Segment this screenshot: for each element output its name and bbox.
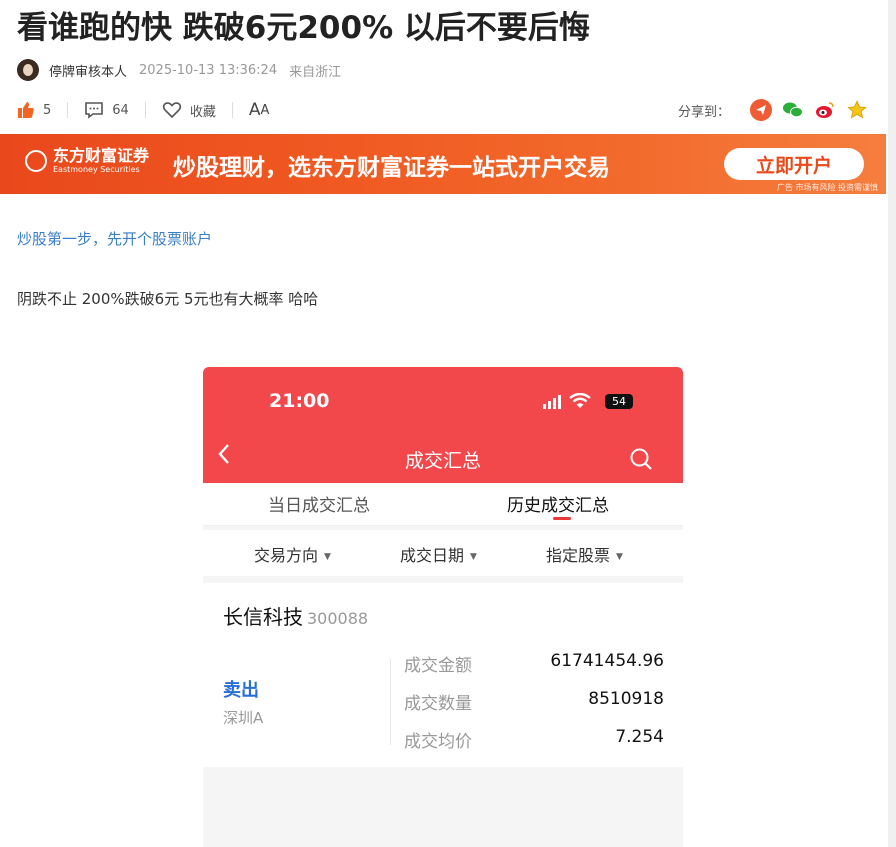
brand-name-cn: 东方财富证券 [53, 146, 150, 165]
row-value: 7.254 [615, 727, 664, 747]
stock-code: 300088 [307, 609, 369, 628]
ad-disclaimer: 广告 市场有风险 投资需谨慎 [776, 183, 878, 192]
font-big-label: A [248, 100, 261, 120]
comment-count: 64 [112, 102, 129, 118]
heart-icon [162, 102, 182, 119]
article-paragraph: 阴跌不止 200%跌破6元 5元也有大概率 哈哈 [17, 290, 319, 308]
banner-slogan: 炒股理财，选东方财富证券一站式开户交易 [173, 155, 610, 181]
thumbs-up-icon [18, 102, 34, 118]
filter-stock-label: 指定股票 [546, 546, 611, 565]
embedded-screenshot: 21:00 54 成交汇总 当日成交汇总 历史成交汇总 交易方向 ▼ 成交日期 ▼ … [203, 367, 683, 847]
telegram-share-icon[interactable] [750, 99, 772, 121]
favorite-button[interactable]: 收藏 [162, 101, 216, 120]
market-label: 深圳A [223, 709, 264, 727]
wifi-icon [569, 393, 591, 408]
stock-title: 长信科技 300088 [223, 601, 368, 630]
row-label: 成交数量 [404, 694, 472, 714]
phone-page-title: 成交汇总 [404, 450, 481, 472]
caret-down-icon: ▼ [616, 552, 623, 562]
filter-date-label: 成交日期 [400, 546, 465, 565]
phone-header: 21:00 54 成交汇总 [203, 367, 683, 483]
action-bar: 5 64 收藏 AA [17, 97, 269, 123]
article-meta: 停牌审核本人 2025-10-13 13:36:24 来自浙江 [17, 58, 341, 82]
search-icon [629, 447, 653, 475]
brand-logo: 东方财富证券 Eastmoney Securities [25, 147, 149, 175]
divider [67, 102, 69, 118]
font-small-label: A [260, 102, 270, 118]
divider [231, 102, 233, 118]
eastmoney-logo-icon [25, 150, 47, 172]
row-label: 成交金额 [404, 656, 472, 676]
comment-button[interactable]: 64 [84, 101, 129, 119]
like-button[interactable]: 5 [17, 101, 51, 119]
row-value: 61741454.96 [550, 651, 664, 671]
like-count: 5 [43, 102, 52, 118]
trade-summary-card: 长信科技 300088 卖出 深圳A 成交金额 61741454.96 成交数量 … [203, 583, 683, 767]
phone-filters: 交易方向 ▼ 成交日期 ▼ 指定股票 ▼ [203, 530, 683, 576]
publish-time: 2025-10-13 13:36:24 [139, 62, 278, 78]
row-value: 8510918 [588, 689, 664, 709]
tab-today-summary: 当日成交汇总 [268, 496, 370, 516]
phone-clock: 21:00 [269, 390, 330, 412]
caret-down-icon: ▼ [324, 552, 331, 562]
brand-name-en: Eastmoney Securities [53, 165, 140, 174]
star-share-icon[interactable] [846, 99, 868, 121]
favorite-label: 收藏 [189, 104, 216, 120]
promo-link[interactable]: 炒股第一步，先开个股票账户 [17, 228, 212, 249]
divider [390, 659, 391, 745]
filter-direction: 交易方向 ▼ [254, 542, 331, 566]
wechat-share-icon[interactable] [782, 99, 804, 121]
filter-direction-label: 交易方向 [254, 546, 319, 565]
share-bar: 分享到： [678, 97, 868, 123]
weibo-share-icon[interactable] [814, 99, 836, 121]
open-account-button[interactable]: 立即开户 [724, 148, 864, 180]
stock-name: 长信科技 [223, 605, 303, 629]
trade-direction: 卖出 [223, 680, 259, 701]
tab-history-summary: 历史成交汇总 [507, 496, 609, 516]
share-label: 分享到： [677, 104, 730, 120]
filter-date: 成交日期 ▼ [400, 542, 477, 566]
filter-stock: 指定股票 ▼ [546, 542, 623, 566]
divider [144, 102, 146, 118]
scrollbar[interactable] [888, 0, 896, 847]
avatar[interactable] [17, 59, 39, 81]
article-title: 看谁跑的快 跌破6元200% 以后不要后悔 [17, 10, 590, 46]
source-location: 来自浙江 [289, 64, 342, 80]
battery-icon: 54 [605, 394, 633, 409]
comment-icon [85, 102, 104, 119]
phone-tabs: 当日成交汇总 历史成交汇总 [203, 483, 683, 526]
caret-down-icon: ▼ [470, 552, 477, 562]
signal-icon [543, 393, 591, 409]
font-size-button[interactable]: AA [249, 100, 270, 120]
author-name[interactable]: 停牌审核本人 [49, 61, 127, 80]
active-tab-indicator [553, 517, 571, 520]
ad-banner[interactable]: 东方财富证券 Eastmoney Securities 炒股理财，选东方财富证券… [0, 134, 886, 194]
row-label: 成交均价 [404, 732, 472, 752]
